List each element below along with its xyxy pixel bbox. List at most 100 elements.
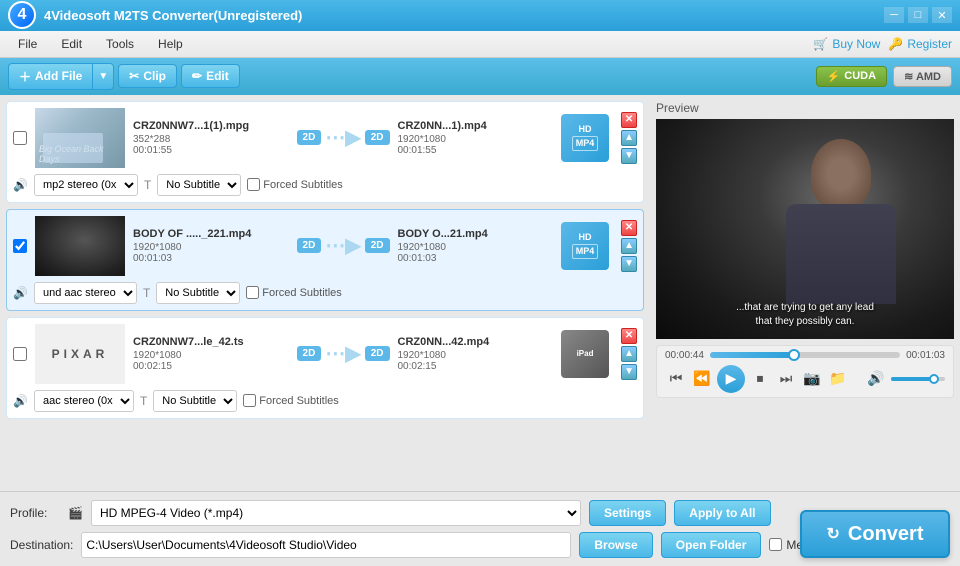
merge-checkbox[interactable] (769, 538, 782, 551)
progress-bar[interactable] (710, 352, 900, 358)
file-row-2: BODY OF ....._221.mp4 1920*1080 00:01:03… (6, 209, 644, 311)
destination-input[interactable] (81, 532, 571, 558)
settings-button[interactable]: Settings (589, 500, 666, 526)
file-checkbox-3[interactable] (13, 347, 27, 361)
file-info-1: CRZ0NNW7...1(1).mpg 352*288 00:01:55 (133, 120, 289, 156)
audio-icon-1: 🔊 (13, 178, 28, 192)
app-title: 4Videosoft M2TS Converter(Unregistered) (44, 8, 884, 23)
time-start: 00:00:44 (665, 350, 704, 361)
clip-button[interactable]: ✂ Clip (118, 64, 177, 88)
forced-subtitle-checkbox-1[interactable] (247, 178, 260, 191)
buy-now-button[interactable]: 🛒 Buy Now (813, 37, 880, 51)
add-file-dropdown-button[interactable]: ▼ (92, 63, 114, 90)
format-badge-3: iPad (561, 330, 609, 378)
volume-button[interactable]: 🔊 (865, 368, 887, 390)
add-file-button[interactable]: ＋ Add File (8, 63, 92, 90)
file-thumbnail-2 (35, 216, 125, 276)
file-row-top-2: BODY OF ....._221.mp4 1920*1080 00:01:03… (13, 216, 637, 276)
file-list-area: Big Ocean Back Days CRZ0NNW7...1(1).mpg … (0, 95, 650, 491)
menu-tools[interactable]: Tools (96, 34, 144, 54)
menu-help[interactable]: Help (148, 34, 193, 54)
subtitle-select-2[interactable]: No Subtitle (156, 282, 240, 304)
menu-bar-right: 🛒 Buy Now 🔑 Register (813, 37, 952, 51)
forced-subtitle-checkbox-3[interactable] (243, 394, 256, 407)
text-icon-1: T (144, 178, 151, 192)
profile-select[interactable]: HD MPEG-4 Video (*.mp4) (91, 500, 581, 526)
forced-subtitle-3: Forced Subtitles (243, 394, 338, 407)
convert-arrow-2: 2D ⋯▶ 2D (297, 233, 390, 258)
move-down-button-3[interactable]: ▼ (621, 364, 637, 380)
subtitle-select-1[interactable]: No Subtitle (157, 174, 241, 196)
audio-select-3[interactable]: aac stereo (0x (34, 390, 134, 412)
row-controls-1: ✕ ▲ ▼ (621, 112, 637, 164)
file-row-bottom-1: 🔊 mp2 stereo (0x T No Subtitle Forced Su… (13, 174, 637, 196)
output-2d-badge-3: 2D (365, 346, 390, 361)
output-2d-badge-2: 2D (365, 238, 390, 253)
move-down-button-2[interactable]: ▼ (621, 256, 637, 272)
register-button[interactable]: 🔑 Register (888, 37, 952, 51)
close-button[interactable]: ✕ (932, 7, 952, 23)
output-info-2: BODY O...21.mp4 1920*1080 00:01:03 (398, 228, 554, 264)
volume-thumb[interactable] (929, 374, 939, 384)
menu-file[interactable]: File (8, 34, 47, 54)
edit-button[interactable]: ✏ Edit (181, 64, 240, 88)
volume-bar[interactable] (891, 377, 945, 381)
file-row-top-3: PIXAR CRZ0NNW7...le_42.ts 1920*1080 00:0… (13, 324, 637, 384)
output-name-2: BODY O...21.mp4 (398, 228, 554, 240)
play-button[interactable]: ▶ (717, 365, 745, 393)
remove-file-button-1[interactable]: ✕ (621, 112, 637, 128)
add-icon: ＋ (19, 68, 31, 85)
amd-button[interactable]: ≋ AMD (893, 66, 952, 87)
volume-fill (891, 377, 934, 381)
move-up-button-1[interactable]: ▲ (621, 130, 637, 146)
move-up-button-2[interactable]: ▲ (621, 238, 637, 254)
forced-subtitle-2: Forced Subtitles (246, 286, 341, 299)
playback-controls: 00:00:44 00:01:03 ⏮ ⏪ ▶ ⏹ ⏭ 📷 📁 (656, 345, 954, 398)
minimize-button[interactable]: ─ (884, 7, 904, 23)
file-checkbox-2[interactable] (13, 239, 27, 253)
output-2d-badge-1: 2D (365, 130, 390, 145)
move-down-button-1[interactable]: ▼ (621, 148, 637, 164)
format-badge-1: HD MP4 (561, 114, 609, 162)
convert-button[interactable]: ↻ Convert (800, 510, 950, 558)
file-details-1: 352*288 00:01:55 (133, 134, 289, 156)
cuda-button[interactable]: ⚡ CUDA (816, 66, 887, 87)
audio-select-2[interactable]: und aac stereo (34, 282, 137, 304)
output-name-3: CRZ0NN...42.mp4 (398, 336, 554, 348)
output-info-1: CRZ0NN...1).mp4 1920*1080 00:01:55 (398, 120, 554, 156)
screenshot-button[interactable]: 📷 (801, 368, 823, 390)
time-end: 00:01:03 (906, 350, 945, 361)
control-row: ⏮ ⏪ ▶ ⏹ ⏭ 📷 📁 🔊 (665, 365, 945, 393)
remove-file-button-2[interactable]: ✕ (621, 220, 637, 236)
output-name-1: CRZ0NN...1).mp4 (398, 120, 554, 132)
apply-to-all-button[interactable]: Apply to All (674, 500, 770, 526)
preview-video: ...that are trying to get any leadthat t… (656, 119, 954, 339)
text-icon-3: T (140, 394, 147, 408)
file-row-bottom-2: 🔊 und aac stereo T No Subtitle Forced Su… (13, 282, 637, 304)
stop-button[interactable]: ⏹ (749, 368, 771, 390)
menu-edit[interactable]: Edit (51, 34, 92, 54)
input-2d-badge-3: 2D (297, 346, 322, 361)
audio-select-1[interactable]: mp2 stereo (0x (34, 174, 138, 196)
remove-file-button-3[interactable]: ✕ (621, 328, 637, 344)
move-up-button-3[interactable]: ▲ (621, 346, 637, 362)
convert-arrow-1: 2D ⋯▶ 2D (297, 125, 390, 150)
step-back-button[interactable]: ⏪ (691, 368, 713, 390)
subtitle-select-3[interactable]: No Subtitle (153, 390, 237, 412)
skip-to-start-button[interactable]: ⏮ (665, 368, 687, 390)
file-thumbnail-1: Big Ocean Back Days (35, 108, 125, 168)
open-folder-dest-button[interactable]: Open Folder (661, 532, 762, 558)
forced-subtitle-checkbox-2[interactable] (246, 286, 259, 299)
file-checkbox-1[interactable] (13, 131, 27, 145)
browse-button[interactable]: Browse (579, 532, 652, 558)
file-row: Big Ocean Back Days CRZ0NNW7...1(1).mpg … (6, 101, 644, 203)
file-row-3: PIXAR CRZ0NNW7...le_42.ts 1920*1080 00:0… (6, 317, 644, 419)
skip-to-end-button[interactable]: ⏭ (775, 368, 797, 390)
open-folder-button[interactable]: 📁 (827, 368, 849, 390)
maximize-button[interactable]: □ (908, 7, 928, 23)
progress-fill (710, 352, 794, 358)
progress-thumb[interactable] (788, 349, 800, 361)
file-details-3: 1920*1080 00:02:15 (133, 350, 289, 372)
audio-icon-3: 🔊 (13, 394, 28, 408)
audio-icon-2: 🔊 (13, 286, 28, 300)
